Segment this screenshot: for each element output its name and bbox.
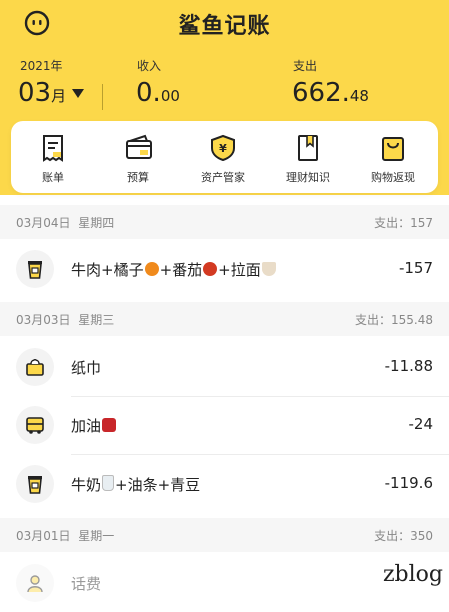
car-icon <box>26 417 44 434</box>
item-name: 纸巾 <box>71 359 102 377</box>
tomato-emoji-icon <box>203 262 218 276</box>
item-amount: -24 <box>408 415 434 433</box>
date-group-header: 03月03日 星期三 支出：155.48 <box>0 302 449 336</box>
finance-book-icon <box>298 135 318 161</box>
item-name: 牛奶 +油条+青豆 <box>71 475 201 494</box>
cup-icon <box>28 476 42 494</box>
month-selector[interactable]: 03月 <box>18 78 85 108</box>
menu-label: 预算 <box>127 171 149 184</box>
item-amount: -157 <box>398 259 433 277</box>
watermark: zblog <box>382 562 443 587</box>
milk-glass-emoji-icon <box>102 475 115 491</box>
group-date: 03月03日 星期三 <box>16 313 115 327</box>
shopping-bag-icon <box>382 137 404 161</box>
menu-item-asset[interactable]: ¥ 资产管家 <box>183 121 263 193</box>
budget-icon <box>126 134 152 159</box>
app-title: 鲨鱼记账 <box>178 14 271 39</box>
list-item[interactable]: 牛肉+橘子 +番茄 +拉面 -157 <box>0 241 449 298</box>
cup-icon <box>28 261 42 279</box>
bill-icon <box>43 135 63 162</box>
date-group-header: 03月04日 星期四 支出：157 <box>0 205 449 239</box>
list-item[interactable]: 加油 -24 <box>0 397 449 454</box>
tissue-box-icon <box>26 358 44 376</box>
year-label[interactable]: 2021年 <box>20 57 63 74</box>
group-date: 03月01日 星期一 <box>16 529 115 543</box>
menu-label: 资产管家 <box>201 171 245 184</box>
item-name: 话费 <box>71 575 102 593</box>
orange-emoji-icon <box>144 262 159 276</box>
category-icon-bg <box>16 348 54 386</box>
group-total: 支出：350 <box>374 529 433 543</box>
menu-item-finance[interactable]: 理财知识 <box>268 121 348 193</box>
dropdown-triangle-icon <box>72 89 85 98</box>
category-icon-bg <box>16 564 54 602</box>
income-value: 0.00 <box>136 78 180 108</box>
svg-text:¥: ¥ <box>219 142 227 155</box>
phone-bill-icon <box>27 575 43 593</box>
menu-label: 账单 <box>42 171 64 184</box>
menu-item-cashback[interactable]: 购物返现 <box>353 121 433 193</box>
item-name: 加油 <box>71 415 117 436</box>
list-item[interactable]: 纸巾 -11.88 <box>0 339 449 396</box>
asset-icon: ¥ <box>211 134 235 162</box>
menu-label: 理财知识 <box>286 171 330 184</box>
month-value: 03 <box>18 78 52 108</box>
fuel-pump-emoji-icon <box>102 418 117 432</box>
group-date: 03月04日 星期四 <box>16 216 115 230</box>
income-integer: 0. <box>136 78 161 108</box>
group-total: 支出：157 <box>374 216 433 230</box>
divider <box>102 84 103 110</box>
item-amount: -119.6 <box>384 474 433 492</box>
expense-label: 支出 <box>293 59 318 73</box>
group-total: 支出：155.48 <box>355 313 433 327</box>
expense-decimal: 48 <box>349 87 369 105</box>
category-icon-bg <box>16 465 54 503</box>
expense-value: 662.48 <box>292 78 369 108</box>
menu-item-budget[interactable]: 预算 <box>98 121 178 193</box>
row-divider <box>71 454 449 455</box>
date-group-header: 03月01日 星期一 支出：350 <box>0 518 449 552</box>
category-icon-bg <box>16 406 54 444</box>
list-item[interactable]: 牛奶 +油条+青豆 -119.6 <box>0 456 449 513</box>
item-amount: -11.88 <box>384 357 433 375</box>
list-item[interactable]: 话费 <box>0 555 449 612</box>
menu-label: 购物返现 <box>371 171 415 184</box>
noodle-bowl-emoji-icon <box>261 262 276 276</box>
income-decimal: 00 <box>160 87 180 105</box>
item-name: 牛肉+橘子 +番茄 +拉面 <box>71 259 277 280</box>
income-label: 收入 <box>137 59 162 73</box>
menu-item-bill[interactable]: 账单 <box>13 121 93 193</box>
month-unit: 月 <box>51 87 67 105</box>
category-icon-bg <box>16 250 54 288</box>
expense-integer: 662. <box>292 78 350 108</box>
feature-menu: 账单 预算 ¥ 资产管家 理财知识 购物返现 <box>11 121 438 193</box>
